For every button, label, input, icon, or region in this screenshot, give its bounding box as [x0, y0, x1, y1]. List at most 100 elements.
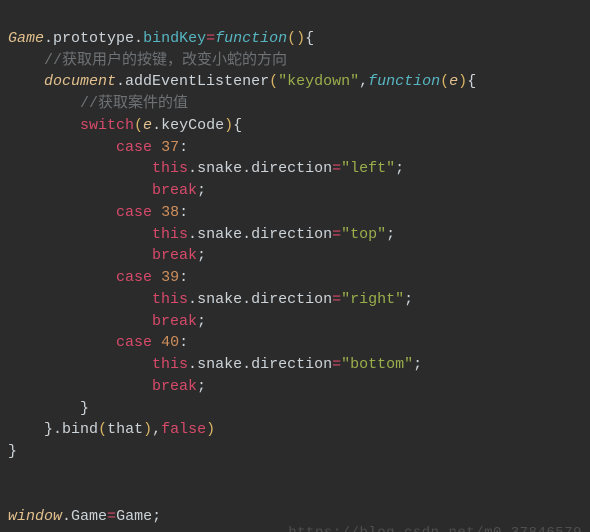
keyword-this: this — [152, 160, 188, 177]
paren-open: ( — [134, 117, 143, 134]
line-3: document.addEventListener("keydown",func… — [8, 73, 476, 90]
paren-open: ( — [269, 73, 278, 90]
semicolon: ; — [413, 356, 422, 373]
comma: , — [152, 421, 161, 438]
brace-open: { — [305, 30, 314, 47]
line-14: break; — [8, 313, 206, 330]
dot: . — [44, 30, 53, 47]
number-39: 39 — [161, 269, 179, 286]
identifier-direction: direction — [251, 356, 332, 373]
semicolon: ; — [404, 291, 413, 308]
line-13: this.snake.direction="right"; — [8, 291, 413, 308]
line-10: this.snake.direction="top"; — [8, 226, 395, 243]
brace-open: { — [233, 117, 242, 134]
identifier-document: document — [44, 73, 116, 90]
keyword-break: break — [152, 378, 197, 395]
keyword-case: case — [116, 269, 152, 286]
blank-line-2 — [8, 487, 17, 504]
watermark-text: https://blog.csdn.net/m0_37846579 — [288, 523, 582, 532]
keyword-false: false — [161, 421, 206, 438]
dot: . — [53, 421, 62, 438]
number-37: 37 — [161, 139, 179, 156]
line-5: switch(e.keyCode){ — [8, 117, 242, 134]
colon: : — [179, 334, 188, 351]
keyword-case: case — [116, 139, 152, 156]
line-17: break; — [8, 378, 206, 395]
identifier-keyCode: keyCode — [161, 117, 224, 134]
identifier-addEventListener: addEventListener — [125, 73, 269, 90]
dot: . — [116, 73, 125, 90]
keyword-break: break — [152, 313, 197, 330]
assign-op: = — [206, 30, 215, 47]
identifier-snake: snake — [197, 356, 242, 373]
dot: . — [188, 160, 197, 177]
string-right: "right" — [341, 291, 404, 308]
dot: . — [152, 117, 161, 134]
dot: . — [134, 30, 143, 47]
line-18: } — [8, 400, 89, 417]
paren: () — [287, 30, 305, 47]
identifier-snake: snake — [197, 160, 242, 177]
identifier-snake: snake — [197, 226, 242, 243]
paren-close: ) — [458, 73, 467, 90]
dot: . — [188, 356, 197, 373]
number-40: 40 — [161, 334, 179, 351]
keyword-this: this — [152, 291, 188, 308]
paren-open: ( — [98, 421, 107, 438]
identifier-bind: bind — [62, 421, 98, 438]
paren-close: ) — [224, 117, 233, 134]
string-top: "top" — [341, 226, 386, 243]
line-8: break; — [8, 182, 206, 199]
keyword-switch: switch — [80, 117, 134, 134]
comment-value: //获取案件的值 — [80, 95, 188, 112]
identifier-prototype: prototype — [53, 30, 134, 47]
param-e: e — [449, 73, 458, 90]
semicolon: ; — [197, 378, 206, 395]
brace-close: } — [8, 443, 17, 460]
comma: , — [359, 73, 368, 90]
assign-op: = — [332, 160, 341, 177]
assign-op: = — [332, 356, 341, 373]
line-16: this.snake.direction="bottom"; — [8, 356, 422, 373]
string-bottom: "bottom" — [341, 356, 413, 373]
line-1: Game.prototype.bindKey=function(){ — [8, 30, 314, 47]
identifier-direction: direction — [251, 226, 332, 243]
semicolon: ; — [386, 226, 395, 243]
semicolon: ; — [197, 182, 206, 199]
identifier-snake: snake — [197, 291, 242, 308]
semicolon: ; — [395, 160, 404, 177]
identifier-direction: direction — [251, 291, 332, 308]
keyword-case: case — [116, 204, 152, 221]
line-20: } — [8, 443, 17, 460]
number-38: 38 — [161, 204, 179, 221]
paren-close: ) — [143, 421, 152, 438]
string-keydown: "keydown" — [278, 73, 359, 90]
brace-open: { — [467, 73, 476, 90]
semicolon: ; — [152, 508, 161, 525]
semicolon: ; — [197, 313, 206, 330]
line-19: }.bind(that),false) — [8, 421, 215, 438]
assign-op: = — [332, 226, 341, 243]
keyword-this: this — [152, 356, 188, 373]
identifier-bindKey: bindKey — [143, 30, 206, 47]
line-11: break; — [8, 247, 206, 264]
dot: . — [242, 160, 251, 177]
line-4: //获取案件的值 — [8, 95, 188, 112]
semicolon: ; — [197, 247, 206, 264]
dot: . — [242, 291, 251, 308]
line-23: window.Game=Game; — [8, 508, 161, 525]
identifier-e: e — [143, 117, 152, 134]
keyword-function: function — [368, 73, 440, 90]
string-left: "left" — [341, 160, 395, 177]
dot: . — [242, 356, 251, 373]
brace-close: } — [44, 421, 53, 438]
line-12: case 39: — [8, 269, 188, 286]
keyword-this: this — [152, 226, 188, 243]
keyword-break: break — [152, 182, 197, 199]
brace-close: } — [80, 400, 89, 417]
comment-direction: //获取用户的按键，改变小蛇的方向 — [44, 52, 287, 69]
assign-op: = — [332, 291, 341, 308]
colon: : — [179, 204, 188, 221]
line-15: case 40: — [8, 334, 188, 351]
identifier-window: window — [8, 508, 62, 525]
